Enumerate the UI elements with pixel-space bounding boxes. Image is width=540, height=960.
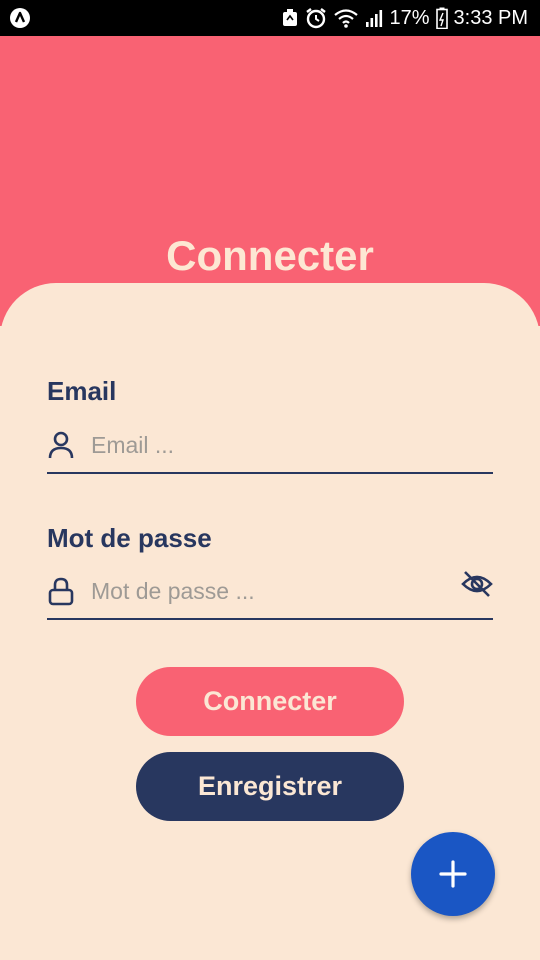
- battery-percent: 17%: [389, 6, 430, 29]
- clock: 3:33 PM: [453, 6, 528, 29]
- login-button[interactable]: Connecter: [136, 667, 404, 736]
- user-icon: [48, 431, 74, 459]
- plus-icon: [439, 860, 467, 888]
- wifi-icon: [334, 9, 359, 28]
- recycle-icon: [283, 9, 298, 26]
- register-button[interactable]: Enregistrer: [136, 752, 404, 821]
- add-fab-button[interactable]: [411, 832, 495, 916]
- eye-off-icon[interactable]: [461, 568, 493, 600]
- email-input[interactable]: [91, 426, 441, 464]
- lock-icon: [48, 577, 74, 606]
- status-bar: 17% 3:33 PM: [0, 0, 540, 36]
- app-notification-icon: [10, 8, 30, 28]
- alarm-icon: [306, 8, 327, 29]
- status-icons: 17% 3:33 PM: [281, 0, 528, 36]
- email-input-row[interactable]: [47, 422, 493, 474]
- password-label: Mot de passe: [47, 523, 212, 553]
- password-input-row[interactable]: [47, 568, 493, 620]
- signal-icon: [366, 10, 383, 27]
- battery-icon: [435, 7, 448, 29]
- page-title: Connecter: [166, 232, 374, 279]
- password-input[interactable]: [91, 572, 441, 610]
- email-label: Email: [47, 376, 117, 406]
